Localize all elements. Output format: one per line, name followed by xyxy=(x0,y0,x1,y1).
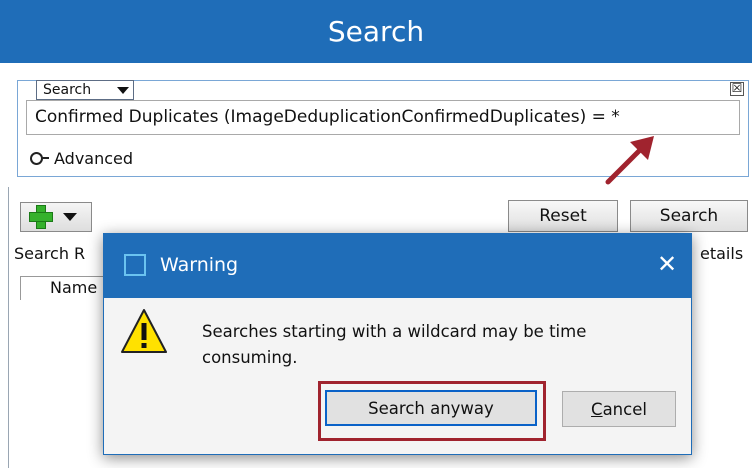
advanced-label: Advanced xyxy=(54,148,134,168)
details-label: etails xyxy=(700,244,744,263)
page-title-bar: Search xyxy=(0,0,752,63)
warning-dialog: Warning ✕ Searches starting with a wildc… xyxy=(103,233,692,455)
cancel-label-rest: ancel xyxy=(602,399,647,419)
key-icon xyxy=(30,151,49,165)
dialog-message: Searches starting with a wildcard may be… xyxy=(202,322,587,367)
chevron-down-icon xyxy=(117,87,129,94)
close-icon[interactable]: ✕ xyxy=(653,250,681,278)
cancel-mnemonic: C xyxy=(591,399,603,419)
annotation-arrow-icon xyxy=(605,136,654,185)
search-button[interactable]: Search xyxy=(630,200,748,232)
plus-icon xyxy=(27,203,55,231)
reset-button[interactable]: Reset xyxy=(508,200,618,232)
warning-triangle-icon xyxy=(121,309,167,353)
search-type-dropdown[interactable]: Search xyxy=(36,80,134,100)
page-title: Search xyxy=(327,15,425,48)
chevron-down-icon xyxy=(63,213,77,221)
add-criteria-button[interactable] xyxy=(20,202,92,232)
dialog-title: Warning xyxy=(160,254,239,276)
search-type-label: Search xyxy=(43,82,92,98)
window-icon xyxy=(124,254,146,276)
cancel-button[interactable]: Cancel xyxy=(562,391,676,427)
dialog-titlebar: Warning ✕ xyxy=(104,234,691,298)
search-anyway-button[interactable]: Search anyway xyxy=(325,390,537,426)
advanced-toggle[interactable]: Advanced xyxy=(30,147,133,169)
search-results-label: Search R xyxy=(14,244,86,263)
panel-close-icon[interactable]: ☒ xyxy=(730,82,744,96)
column-header-name[interactable]: Name xyxy=(50,278,97,297)
